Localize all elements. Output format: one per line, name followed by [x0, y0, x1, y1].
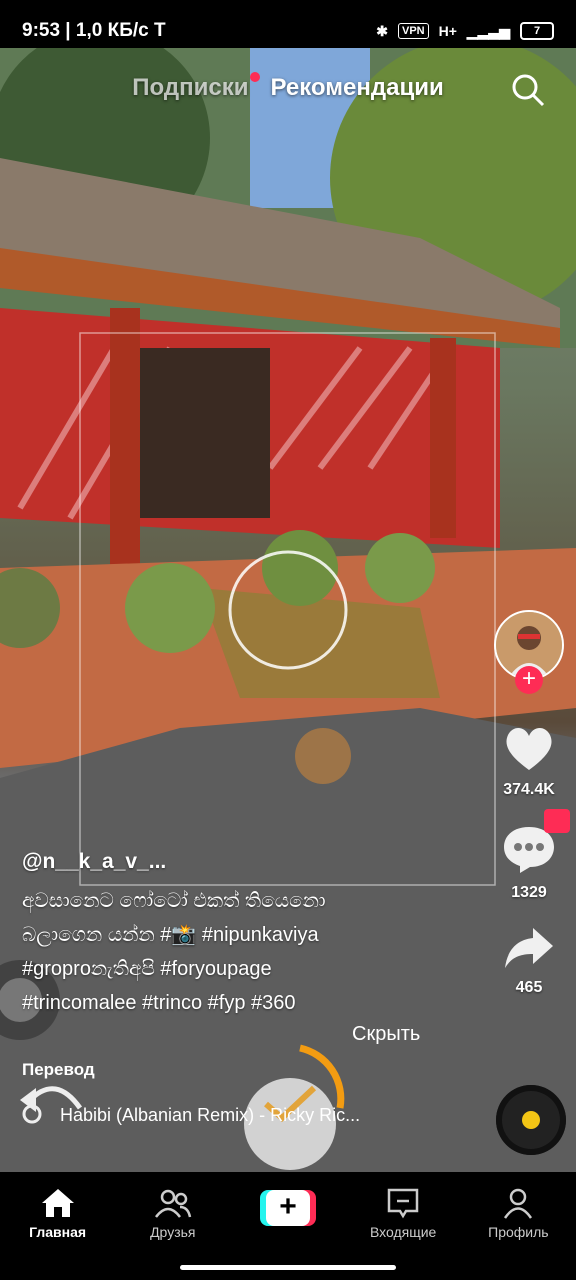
feed-tabs: Подписки Рекомендации	[0, 72, 576, 102]
follow-plus-icon[interactable]: +	[515, 666, 543, 694]
nav-home-label: Главная	[29, 1224, 87, 1240]
nav-create[interactable]: +	[230, 1186, 345, 1244]
battery-icon: 7	[520, 22, 554, 40]
nav-profile-label: Профиль	[488, 1224, 549, 1240]
tab-following[interactable]: Подписки	[132, 72, 261, 102]
signal-icon: ▁▂▃▅	[466, 22, 510, 39]
notification-dot	[250, 72, 261, 82]
plus-icon: +	[265, 1190, 310, 1226]
creator-avatar-wrap[interactable]: +	[494, 610, 564, 694]
comment-count: 1329	[511, 884, 547, 901]
tab-for-you[interactable]: Рекомендации	[270, 74, 443, 102]
nav-friends-label: Друзья	[150, 1224, 196, 1240]
caption-line: අවසානෙට ෆෝටෝ එකත් තියෙනො	[22, 890, 326, 912]
nav-inbox[interactable]: Входящие	[346, 1186, 461, 1240]
create-button[interactable]: +	[259, 1190, 316, 1226]
creator-username[interactable]: @n__k_a_v_...	[22, 850, 392, 874]
caption-line[interactable]: #trincomalee #trinco #fyp #360	[22, 986, 392, 1020]
video-caption: @n__k_a_v_... අවසානෙට ෆෝටෝ එකත් තියෙනො බ…	[22, 850, 392, 1020]
hide-caption-button[interactable]: Скрыть	[352, 1023, 420, 1046]
comment-button[interactable]: 1329	[494, 809, 570, 902]
like-count: 374.4K	[503, 781, 555, 798]
home-icon	[0, 1186, 115, 1220]
profile-icon	[461, 1186, 576, 1220]
heart-icon	[506, 727, 552, 770]
bottom-navigation: Главная Друзья + Входящие Профиль	[0, 1172, 576, 1280]
share-button[interactable]: 465	[494, 926, 564, 997]
nav-profile[interactable]: Профиль	[461, 1186, 576, 1240]
share-icon	[505, 928, 553, 968]
music-disc-icon[interactable]	[496, 1085, 566, 1155]
home-indicator	[180, 1265, 396, 1270]
caption-line[interactable]: #groproනැතිඅපි #foryoupage	[22, 952, 392, 986]
nav-friends[interactable]: Друзья	[115, 1186, 230, 1240]
caption-line[interactable]: බලාගෙන යන්න #📸 #nipunkaviya	[22, 918, 392, 952]
music-title[interactable]: Habibi (Albanian Remix) - Ricky Ric...	[60, 1105, 390, 1126]
bluetooth-icon: ✱	[376, 22, 388, 39]
status-time: 9:53 | 1,0 КБ/с T	[22, 20, 166, 41]
inbox-icon	[346, 1186, 461, 1220]
friends-icon	[115, 1186, 230, 1220]
network-type: H+	[438, 23, 457, 39]
search-icon[interactable]	[510, 72, 546, 108]
nav-home[interactable]: Главная	[0, 1186, 115, 1240]
action-rail: + 374.4K 1329 465	[494, 610, 570, 1021]
caption-text: අවසානෙට ෆෝටෝ එකත් තියෙනො බලාගෙන යන්න #📸 …	[22, 884, 392, 1020]
share-count: 465	[515, 979, 543, 996]
gift-icon[interactable]	[544, 809, 570, 833]
nav-inbox-label: Входящие	[369, 1224, 437, 1240]
translate-button[interactable]: Перевод	[22, 1060, 95, 1080]
vpn-badge: VPN	[398, 23, 429, 39]
like-button[interactable]: 374.4K	[494, 724, 564, 799]
status-icons: ✱ VPN H+ ▁▂▃▅ 7	[376, 22, 554, 40]
carrier-icon: T	[153, 20, 166, 41]
